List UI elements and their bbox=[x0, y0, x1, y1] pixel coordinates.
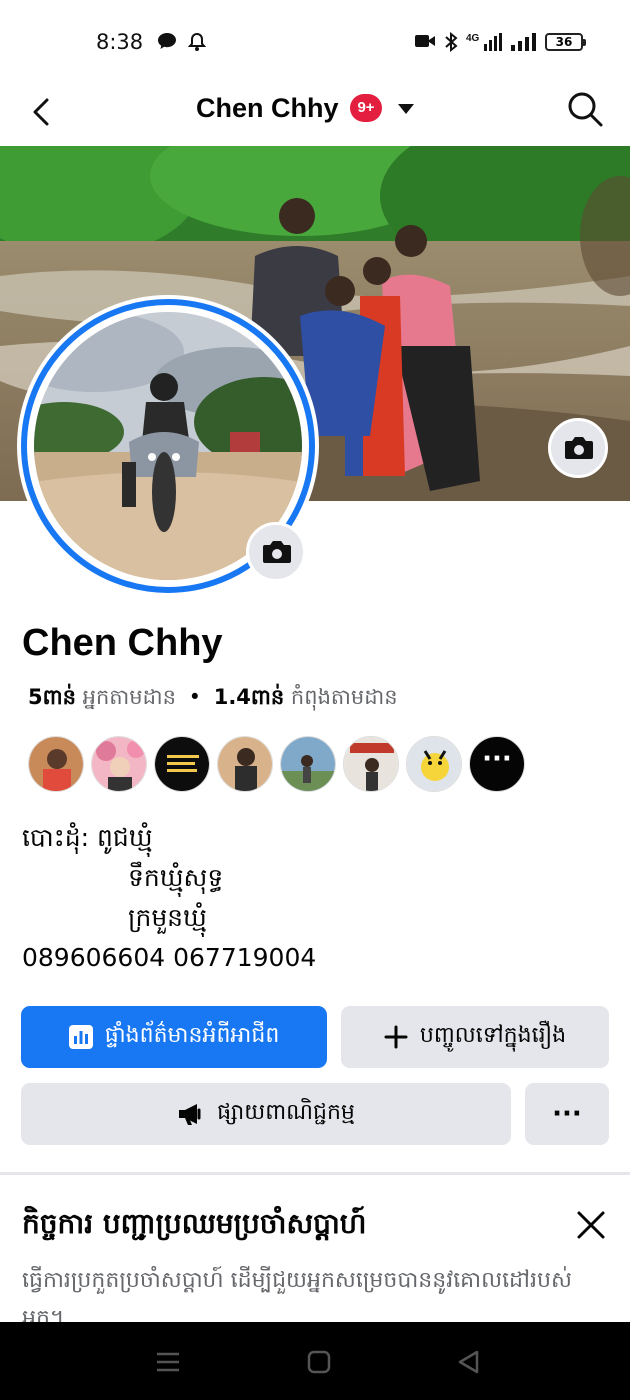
friend-avatar[interactable] bbox=[280, 736, 336, 792]
friend-avatar[interactable] bbox=[154, 736, 210, 792]
bluetooth-icon bbox=[445, 32, 458, 52]
header-title[interactable]: Chen Chhy bbox=[196, 93, 339, 124]
bio-phone-numbers: 089606604 067719004 bbox=[22, 943, 317, 972]
more-options-button[interactable]: ··· bbox=[525, 1083, 609, 1145]
bio-line: ក្រមួនឃ្មុំ bbox=[128, 903, 207, 932]
professional-dashboard-label: ផ្ទាំងព័ត៌មានអំពីអាជីព bbox=[104, 1023, 280, 1048]
bio-line: ទឹកឃ្មុំសុទ្ធ bbox=[128, 863, 224, 892]
back-icon[interactable] bbox=[455, 1348, 483, 1376]
chart-icon bbox=[68, 1025, 93, 1049]
weekly-challenge-description: ធ្វើការប្រកួតប្រចាំសប្តាហ៍ ដើម្បីជួយអ្នក… bbox=[22, 1268, 572, 1322]
friend-avatar[interactable] bbox=[343, 736, 399, 792]
chevron-down-icon[interactable] bbox=[396, 102, 416, 116]
follow-stats[interactable]: 5ពាន់ អ្នកតាមដាន • 1.4ពាន់ កំពុងតាមដាន bbox=[28, 684, 398, 715]
back-arrow-icon[interactable] bbox=[24, 92, 64, 132]
video-call-icon bbox=[415, 35, 435, 47]
megaphone-icon bbox=[179, 1104, 201, 1125]
avatar-camera-button[interactable] bbox=[246, 522, 306, 582]
weekly-challenge-title: កិច្ចការ បញ្ជាប្រឈមប្រចាំសប្តាហ៍ bbox=[22, 1207, 367, 1240]
following-count: 1.4ពាន់ bbox=[213, 685, 285, 709]
camera-icon bbox=[565, 437, 593, 459]
professional-dashboard-button[interactable]: ផ្ទាំងព័ត៌មានអំពីអាជីព bbox=[21, 1006, 327, 1068]
section-divider bbox=[0, 1172, 630, 1175]
profile-bio: បោះដុំ: ពូជឃ្មុំ ទឹកឃ្មុំសុទ្ធ ក្រមួនឃ្ម… bbox=[22, 818, 316, 978]
add-to-story-button[interactable]: បញ្ចូលទៅក្នុងរឿង bbox=[341, 1006, 609, 1068]
notification-badge: 9+ bbox=[350, 94, 382, 122]
status-time: 8:38 bbox=[96, 30, 144, 54]
followers-label: អ្នកតាមដាន bbox=[82, 685, 176, 709]
advertise-label: ផ្សាយពាណិជ្ជកម្ម bbox=[217, 1100, 355, 1125]
system-navigation-bar bbox=[0, 1322, 630, 1400]
followers-count: 5ពាន់ bbox=[28, 685, 76, 709]
stats-separator: • bbox=[188, 685, 202, 709]
status-bar: 8:38 4G 36 bbox=[0, 0, 630, 80]
profile-header: Chen Chhy 9+ bbox=[0, 80, 630, 146]
camera-icon bbox=[263, 541, 291, 563]
battery-indicator: 36 bbox=[545, 33, 586, 51]
close-icon[interactable] bbox=[574, 1208, 608, 1242]
friend-avatar[interactable] bbox=[217, 736, 273, 792]
friend-avatar[interactable] bbox=[91, 736, 147, 792]
cover-camera-button[interactable] bbox=[548, 418, 608, 478]
bell-icon bbox=[188, 32, 206, 51]
profile-name: Chen Chhy bbox=[22, 622, 223, 664]
svg-text:4G: 4G bbox=[466, 33, 480, 44]
advertise-button[interactable]: ផ្សាយពាណិជ្ជកម្ម bbox=[21, 1083, 511, 1145]
signal-4g-icon: 4G bbox=[466, 33, 502, 51]
add-to-story-label: បញ្ចូលទៅក្នុងរឿង bbox=[419, 1023, 567, 1048]
search-icon[interactable] bbox=[566, 90, 604, 128]
bio-line: បោះដុំ: ពូជឃ្មុំ bbox=[22, 823, 153, 852]
friend-avatar[interactable] bbox=[406, 736, 462, 792]
home-icon[interactable] bbox=[305, 1348, 333, 1376]
chat-notification-icon bbox=[158, 33, 176, 49]
signal-bars-icon bbox=[511, 33, 536, 51]
following-label: កំពុងតាមដាន bbox=[290, 685, 398, 709]
friend-avatar[interactable] bbox=[28, 736, 84, 792]
more-friends-button[interactable]: ··· bbox=[469, 736, 525, 792]
menu-icon[interactable] bbox=[154, 1348, 182, 1376]
plus-icon bbox=[384, 1025, 408, 1049]
